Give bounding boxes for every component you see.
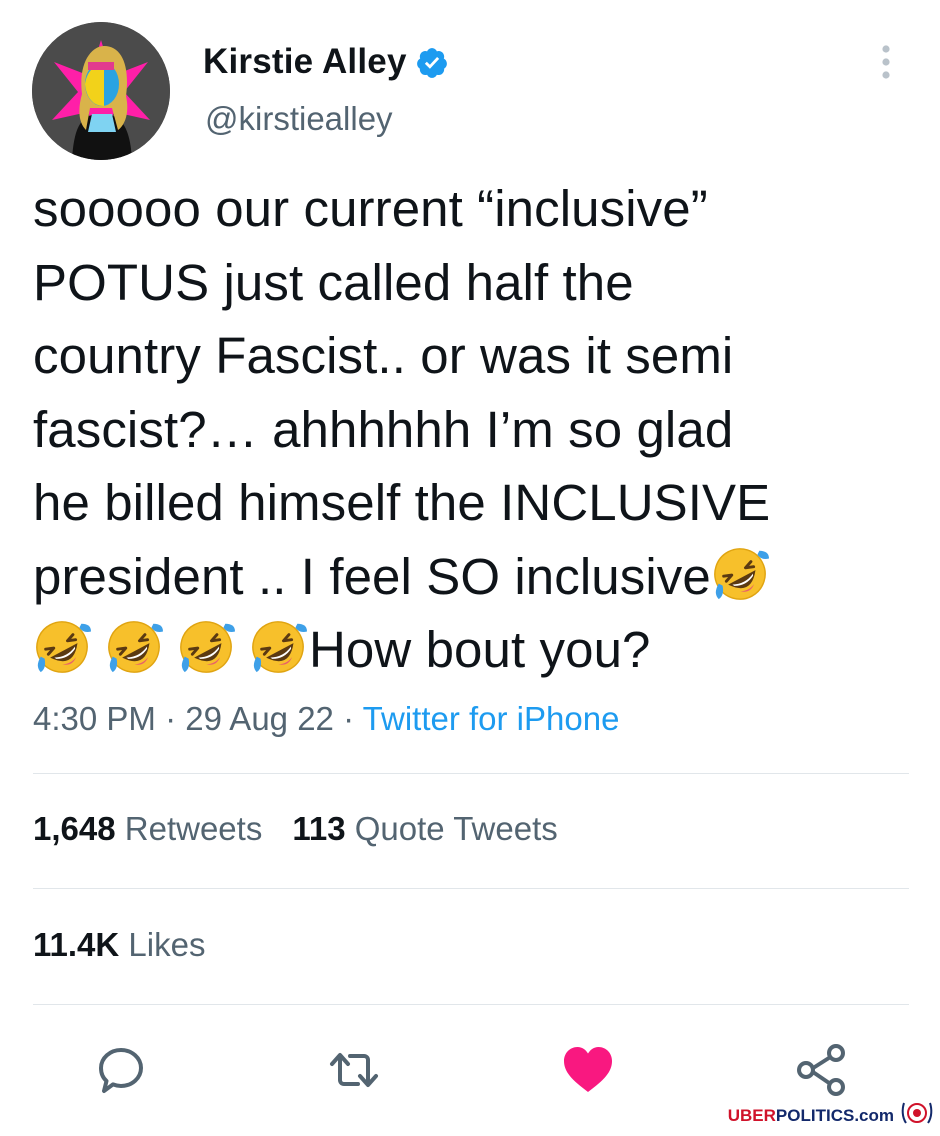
rolling-laughing-emoji-icon <box>105 618 163 676</box>
share-icon[interactable] <box>792 1040 852 1100</box>
tweet-date[interactable]: 29 Aug 22 <box>185 700 334 737</box>
rolling-laughing-emoji-icon <box>711 545 769 603</box>
divider <box>33 1004 909 1005</box>
rolling-laughing-emoji-icon <box>33 618 91 676</box>
rolling-laughing-emoji-icon <box>177 618 235 676</box>
tweet-line: sooooo our current “inclusive” <box>33 180 708 237</box>
meta-separator: · <box>165 700 177 737</box>
likes-count: 11.4K <box>33 926 120 963</box>
tweet-line: fascist?… ahhhhhh I’m so glad <box>33 400 734 458</box>
tweet-line: he billed himself the INCLUSIVE <box>33 474 771 531</box>
watermark-text-uber: UBER <box>727 1105 776 1125</box>
likes-label: Likes <box>128 926 206 963</box>
tweet-line-text: president .. I feel SO inclusive <box>33 547 711 605</box>
divider <box>33 888 909 889</box>
verified-badge-icon <box>415 46 449 80</box>
retweet-icon[interactable] <box>324 1040 384 1100</box>
meta-separator: · <box>343 700 355 737</box>
more-options-icon[interactable] <box>876 44 896 84</box>
likes-link[interactable]: 11.4K Likes <box>33 926 205 964</box>
site-watermark: UBERPOLITICS.com <box>728 1099 934 1132</box>
watermark-logo-icon <box>900 1099 934 1132</box>
retweets-count: 1,648 <box>33 810 116 847</box>
tweet-line: president .. I feel SO inclusive <box>33 540 913 614</box>
author-handle[interactable]: @kirstiealley <box>205 100 393 138</box>
quote-tweets-link[interactable]: 113 Quote Tweets <box>292 810 557 847</box>
quote-tweets-label: Quote Tweets <box>354 810 558 847</box>
tweet-time[interactable]: 4:30 PM <box>33 700 156 737</box>
author-name-row: Kirstie Alley <box>203 42 449 82</box>
quote-tweets-count: 113 <box>292 810 346 847</box>
tweet-line-text: How bout you? <box>309 621 651 678</box>
tweet-line: country Fascist.. or was it semi <box>33 327 734 384</box>
tweet-text: sooooo our current “inclusive” POTUS jus… <box>33 172 913 687</box>
avatar[interactable] <box>32 22 170 160</box>
retweet-stats: 1,648 Retweets 113 Quote Tweets <box>33 810 558 848</box>
retweets-label: Retweets <box>124 810 263 847</box>
reply-icon[interactable] <box>91 1040 151 1100</box>
tweet-source-link[interactable]: Twitter for iPhone <box>363 700 620 737</box>
tweet-line: How bout you? <box>33 613 913 687</box>
tweet-action-bar <box>0 1040 940 1100</box>
rolling-laughing-emoji-icon <box>249 618 307 676</box>
divider <box>33 773 909 774</box>
display-name[interactable]: Kirstie Alley <box>203 42 407 82</box>
watermark-text-politics: POLITICS.com <box>775 1105 894 1125</box>
like-icon[interactable] <box>558 1040 618 1100</box>
tweet-line: POTUS just called half the <box>33 253 634 311</box>
tweet-meta: 4:30 PM · 29 Aug 22 · Twitter for iPhone <box>33 700 619 738</box>
retweets-link[interactable]: 1,648 Retweets <box>33 810 262 847</box>
